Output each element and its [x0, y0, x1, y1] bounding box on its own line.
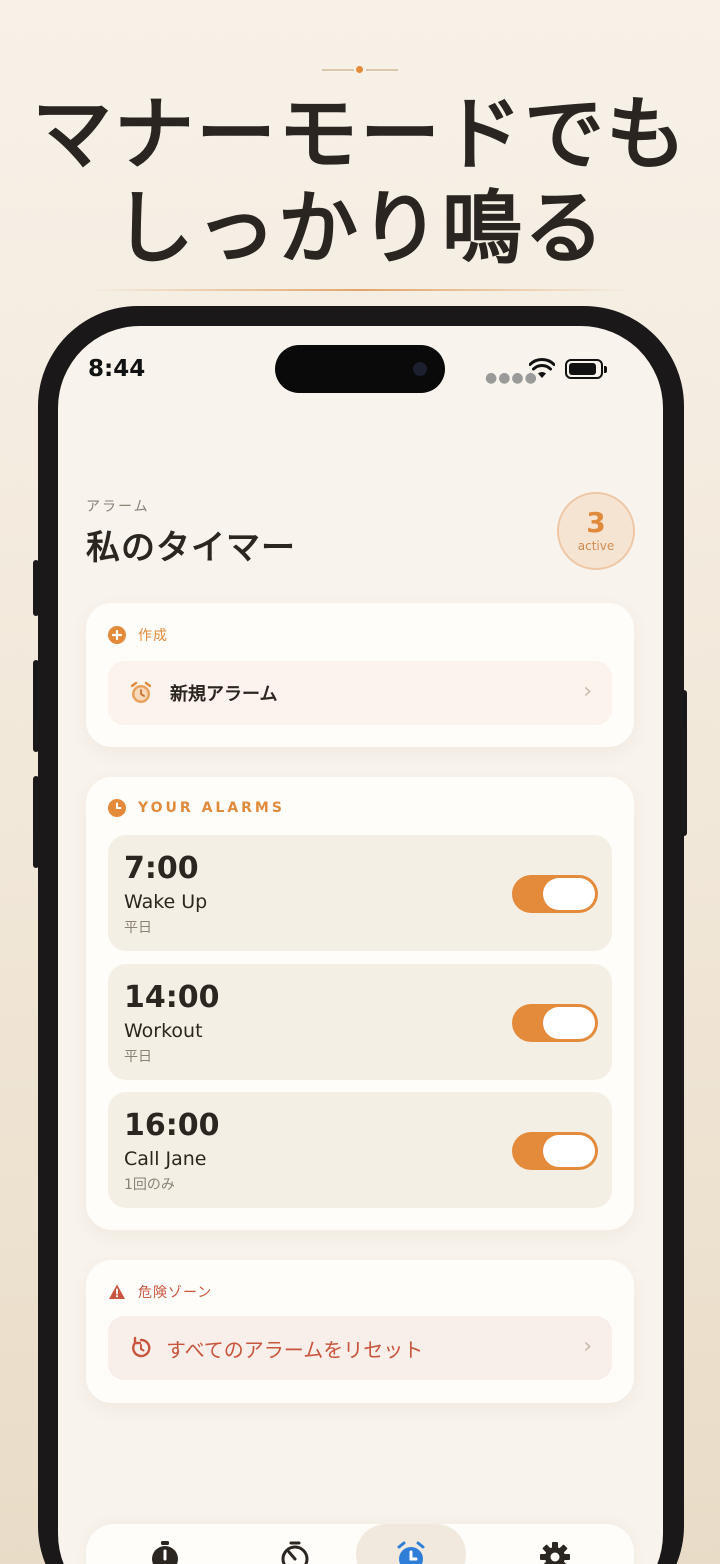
tab-alarm[interactable] — [356, 1524, 466, 1564]
alarm-time: 16:00 — [124, 1108, 220, 1143]
alarms-card: YOUR ALARMS 7:00 Wake Up 平日 14:00 Workou… — [86, 777, 634, 1230]
page-title: 私のタイマー — [86, 528, 296, 568]
tab-stopwatch[interactable] — [110, 1524, 220, 1564]
alarm-row[interactable]: 14:00 Workout 平日 — [108, 964, 612, 1080]
alarm-toggle[interactable] — [512, 1132, 598, 1170]
alarm-row[interactable]: 7:00 Wake Up 平日 — [108, 835, 612, 951]
timer-icon — [281, 1541, 309, 1564]
warning-icon — [109, 1284, 125, 1299]
volume-up-button — [33, 660, 39, 752]
active-count: 3 — [586, 506, 606, 539]
power-button — [681, 690, 687, 836]
section-label: アラーム — [86, 499, 150, 515]
alarm-row[interactable]: 16:00 Call Jane 1回のみ — [108, 1092, 612, 1208]
gear-icon — [540, 1542, 570, 1564]
new-alarm-label: 新規アラーム — [170, 684, 278, 705]
top-decoration — [320, 64, 400, 76]
plus-circle-icon — [108, 626, 126, 644]
status-icons: ●●●● — [485, 356, 610, 386]
headline-line-1: マナーモードでも — [32, 88, 688, 181]
alarm-name: Workout — [124, 1020, 203, 1042]
action-button — [33, 560, 39, 616]
your-alarms-label: YOUR ALARMS — [138, 800, 285, 816]
danger-zone-card: 危険ゾーン すべてのアラームをリセット › — [86, 1260, 634, 1403]
status-time: 8:44 — [88, 356, 146, 382]
alarm-repeat: 1回のみ — [124, 1177, 175, 1193]
reset-all-label: すべてのアラームをリセット — [166, 1337, 424, 1362]
tab-bar — [86, 1524, 634, 1564]
marketing-headline: マナーモードでも しっかり鳴る — [0, 88, 720, 276]
alarm-name: Call Jane — [124, 1148, 207, 1170]
active-label: active — [577, 539, 615, 553]
alarm-clock-icon — [130, 681, 152, 703]
alarm-time: 14:00 — [124, 980, 220, 1015]
stopwatch-icon — [152, 1541, 178, 1564]
reset-icon — [132, 1336, 151, 1358]
divider — [90, 289, 630, 291]
alarm-toggle[interactable] — [512, 875, 598, 913]
chevron-right-icon: › — [583, 1334, 592, 1359]
create-card-header: 作成 — [108, 625, 168, 645]
alarm-repeat: 平日 — [124, 1049, 152, 1065]
alarm-clock-icon — [397, 1541, 425, 1564]
alarm-toggle[interactable] — [512, 1004, 598, 1042]
alarm-name: Wake Up — [124, 891, 208, 913]
active-count-badge: 3 active — [557, 492, 635, 570]
create-card: 作成 新規アラーム › — [86, 603, 634, 747]
new-alarm-button[interactable]: 新規アラーム › — [108, 661, 612, 725]
create-label: 作成 — [138, 628, 168, 644]
alarm-repeat: 平日 — [124, 920, 152, 936]
tab-timer[interactable] — [240, 1524, 350, 1564]
chevron-right-icon: › — [583, 679, 592, 704]
danger-zone-label: 危険ゾーン — [138, 1285, 213, 1301]
alarm-time: 7:00 — [124, 851, 199, 886]
tab-settings[interactable] — [500, 1524, 610, 1564]
volume-down-button — [33, 776, 39, 868]
clock-icon — [108, 799, 126, 817]
danger-card-header: 危険ゾーン — [108, 1282, 212, 1302]
alarms-card-header: YOUR ALARMS — [108, 799, 285, 817]
reset-all-alarms-button[interactable]: すべてのアラームをリセット › — [108, 1316, 612, 1380]
headline-line-2: しっかり鳴る — [114, 182, 606, 275]
dynamic-island — [275, 345, 445, 393]
wifi-icon — [529, 358, 555, 378]
battery-icon — [565, 359, 607, 379]
